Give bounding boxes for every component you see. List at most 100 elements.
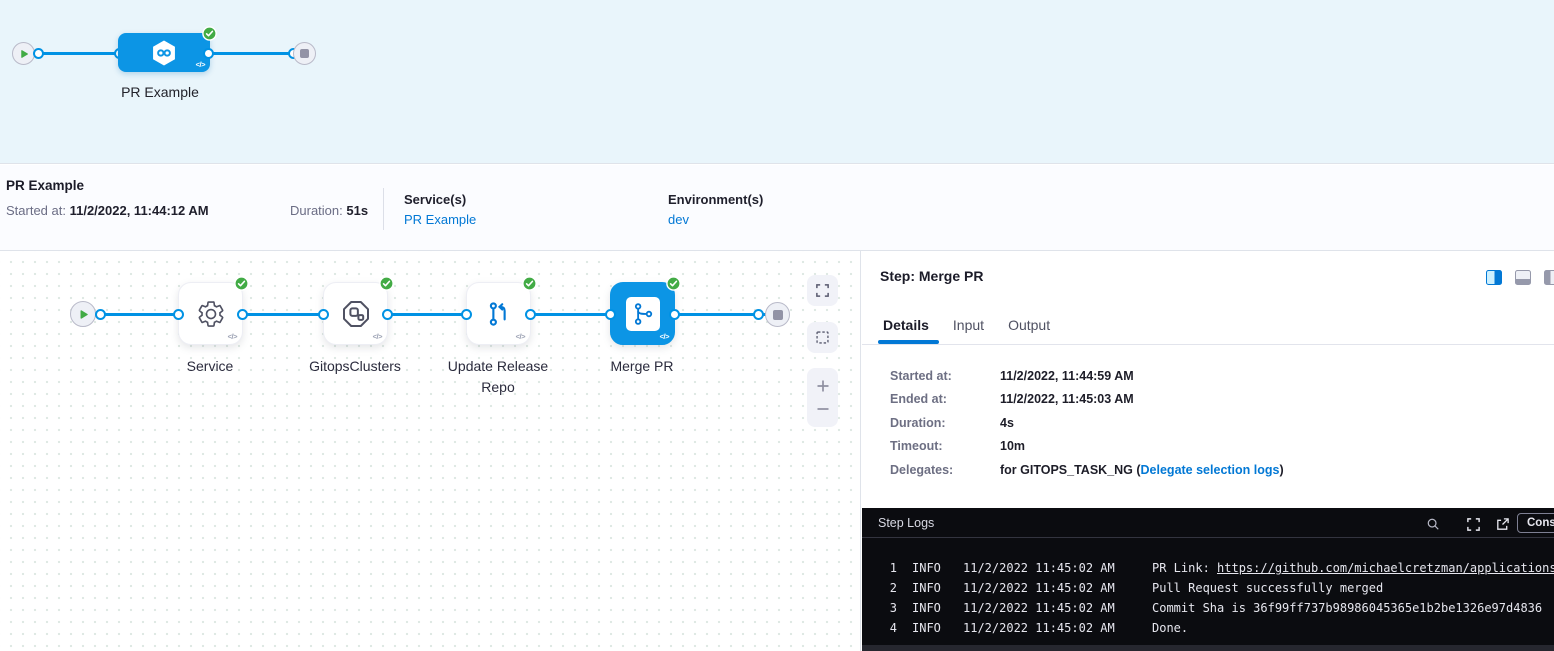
log-line-number: 4: [885, 618, 897, 638]
connector-port: [33, 48, 44, 59]
step-node-gitopsclusters[interactable]: </>: [323, 282, 388, 345]
layout-bottom-panel-icon[interactable]: [1515, 270, 1531, 285]
log-search-button[interactable]: [1426, 517, 1440, 536]
log-level: INFO: [912, 618, 948, 638]
tab-input[interactable]: Input: [953, 317, 984, 333]
log-message: PR Link: https://github.com/michaelcretz…: [1152, 558, 1554, 578]
connector-port: [237, 309, 248, 320]
log-line: 4 INFO 11/2/2022 11:45:02 AM Done.: [862, 618, 1554, 638]
step-label: Update Release Repo: [443, 356, 553, 398]
zoom-out-icon[interactable]: [815, 401, 831, 417]
gitops-stage-icon: [148, 37, 180, 69]
success-check-icon: [379, 276, 394, 296]
log-line: 1 INFO 11/2/2022 11:45:02 AM PR Link: ht…: [862, 558, 1554, 578]
connector-port: [95, 309, 106, 320]
log-level: INFO: [912, 598, 948, 618]
search-icon: [1426, 517, 1440, 531]
log-lines: 1 INFO 11/2/2022 11:45:02 AM PR Link: ht…: [862, 558, 1554, 638]
log-timestamp: 11/2/2022 11:45:02 AM: [963, 558, 1152, 578]
duration-row: Duration: 51s: [290, 203, 368, 218]
play-icon: [18, 48, 30, 60]
layout-right-panel-icon[interactable]: [1486, 270, 1502, 285]
log-message: Pull Request successfully merged: [1152, 578, 1554, 598]
connector-port: [669, 309, 680, 320]
log-message: Done.: [1152, 618, 1554, 638]
divider: [862, 344, 1554, 345]
detail-value: 4s: [1000, 416, 1014, 430]
log-message: Commit Sha is 36f99ff737b98986045365e1b2…: [1152, 598, 1554, 618]
tab-details[interactable]: Details: [883, 317, 929, 333]
external-link-icon: [1495, 517, 1510, 532]
delegate-selection-logs-link[interactable]: Delegate selection logs: [1141, 463, 1280, 477]
pipeline-end-node[interactable]: [293, 42, 316, 65]
connector-port: [382, 309, 393, 320]
detail-row: Timeout: 10m: [862, 435, 1554, 459]
console-view-button[interactable]: Conso: [1517, 513, 1554, 533]
log-fullscreen-button[interactable]: [1466, 517, 1481, 537]
started-at-label: Started at:: [6, 203, 70, 218]
step-label: Service: [155, 356, 265, 377]
detail-label: Started at:: [890, 369, 1000, 383]
pipeline-title: PR Example: [6, 178, 84, 193]
execution-info-bar: PR Example Started at: 11/2/2022, 11:44:…: [0, 165, 1554, 251]
selection-button[interactable]: [807, 322, 838, 353]
code-glyph: </>: [196, 60, 205, 69]
log-message-text: PR Link:: [1152, 561, 1217, 575]
step-details-list: Started at: 11/2/2022, 11:44:59 AM Ended…: [862, 364, 1554, 482]
environments-label: Environment(s): [668, 192, 763, 207]
success-check-icon: [666, 276, 681, 296]
connector-port: [173, 309, 184, 320]
detail-value: for GITOPS_TASK_NG (Delegate selection l…: [1000, 463, 1284, 477]
marquee-select-icon: [815, 330, 830, 345]
step-logs-panel: Step Logs Conso 1 INFO 11/2/2022 11:45:0…: [862, 508, 1554, 651]
connector-port: [203, 48, 214, 59]
environments-column: Environment(s) dev: [668, 192, 763, 227]
tab-output[interactable]: Output: [1008, 317, 1050, 333]
connector-port: [753, 309, 764, 320]
step-node-merge-pr[interactable]: </>: [610, 282, 675, 345]
stop-icon: [773, 310, 783, 320]
detail-row-delegates: Delegates: for GITOPS_TASK_NG (Delegate …: [862, 458, 1554, 482]
zoom-in-icon[interactable]: [815, 378, 831, 394]
code-glyph: </>: [373, 332, 382, 341]
detail-label: Timeout:: [890, 439, 1000, 453]
success-check-icon: [202, 26, 217, 46]
graph-end-node[interactable]: [765, 302, 790, 327]
connector-port: [318, 309, 329, 320]
log-open-in-new-button[interactable]: [1495, 517, 1510, 537]
log-level: INFO: [912, 558, 948, 578]
log-line: 2 INFO 11/2/2022 11:45:02 AM Pull Reques…: [862, 578, 1554, 598]
step-node-service[interactable]: </>: [178, 282, 243, 345]
success-check-icon: [234, 276, 249, 296]
stage-node-pr-example[interactable]: </>: [118, 33, 210, 72]
gear-icon: [196, 299, 226, 329]
pipeline-start-node[interactable]: [12, 42, 35, 65]
fullscreen-button[interactable]: [807, 275, 838, 306]
detail-label: Duration:: [890, 416, 1000, 430]
log-line: 3 INFO 11/2/2022 11:45:02 AM Commit Sha …: [862, 598, 1554, 618]
started-at-value: 11/2/2022, 11:44:12 AM: [70, 203, 209, 218]
detail-row: Started at: 11/2/2022, 11:44:59 AM: [862, 364, 1554, 388]
service-link[interactable]: PR Example: [404, 212, 476, 227]
code-glyph: </>: [228, 332, 237, 341]
log-line-number: 2: [885, 578, 897, 598]
layout-minimize-panel-icon[interactable]: [1544, 270, 1554, 285]
environment-link[interactable]: dev: [668, 212, 763, 227]
step-logs-title: Step Logs: [878, 516, 934, 530]
services-label: Service(s): [404, 192, 476, 207]
log-scrollbar[interactable]: [862, 645, 1554, 651]
execution-graph-canvas[interactable]: </> Service </> GitopsClusters </>: [0, 251, 861, 651]
log-timestamp: 11/2/2022 11:45:02 AM: [963, 578, 1152, 598]
code-glyph: </>: [516, 332, 525, 341]
step-panel-title: Step: Merge PR: [880, 268, 983, 284]
connector-port: [461, 309, 472, 320]
fullscreen-icon: [815, 283, 830, 298]
graph-start-node[interactable]: [70, 301, 96, 327]
log-timestamp: 11/2/2022 11:45:02 AM: [963, 618, 1152, 638]
duration-value: 51s: [346, 203, 368, 218]
pr-link[interactable]: https://github.com/michaelcretzman/appli…: [1217, 561, 1554, 575]
panel-layout-toggles: [1486, 270, 1554, 285]
step-node-update-release-repo[interactable]: </>: [466, 282, 531, 345]
stage-label: PR Example: [100, 84, 220, 100]
zoom-control[interactable]: [807, 368, 838, 427]
